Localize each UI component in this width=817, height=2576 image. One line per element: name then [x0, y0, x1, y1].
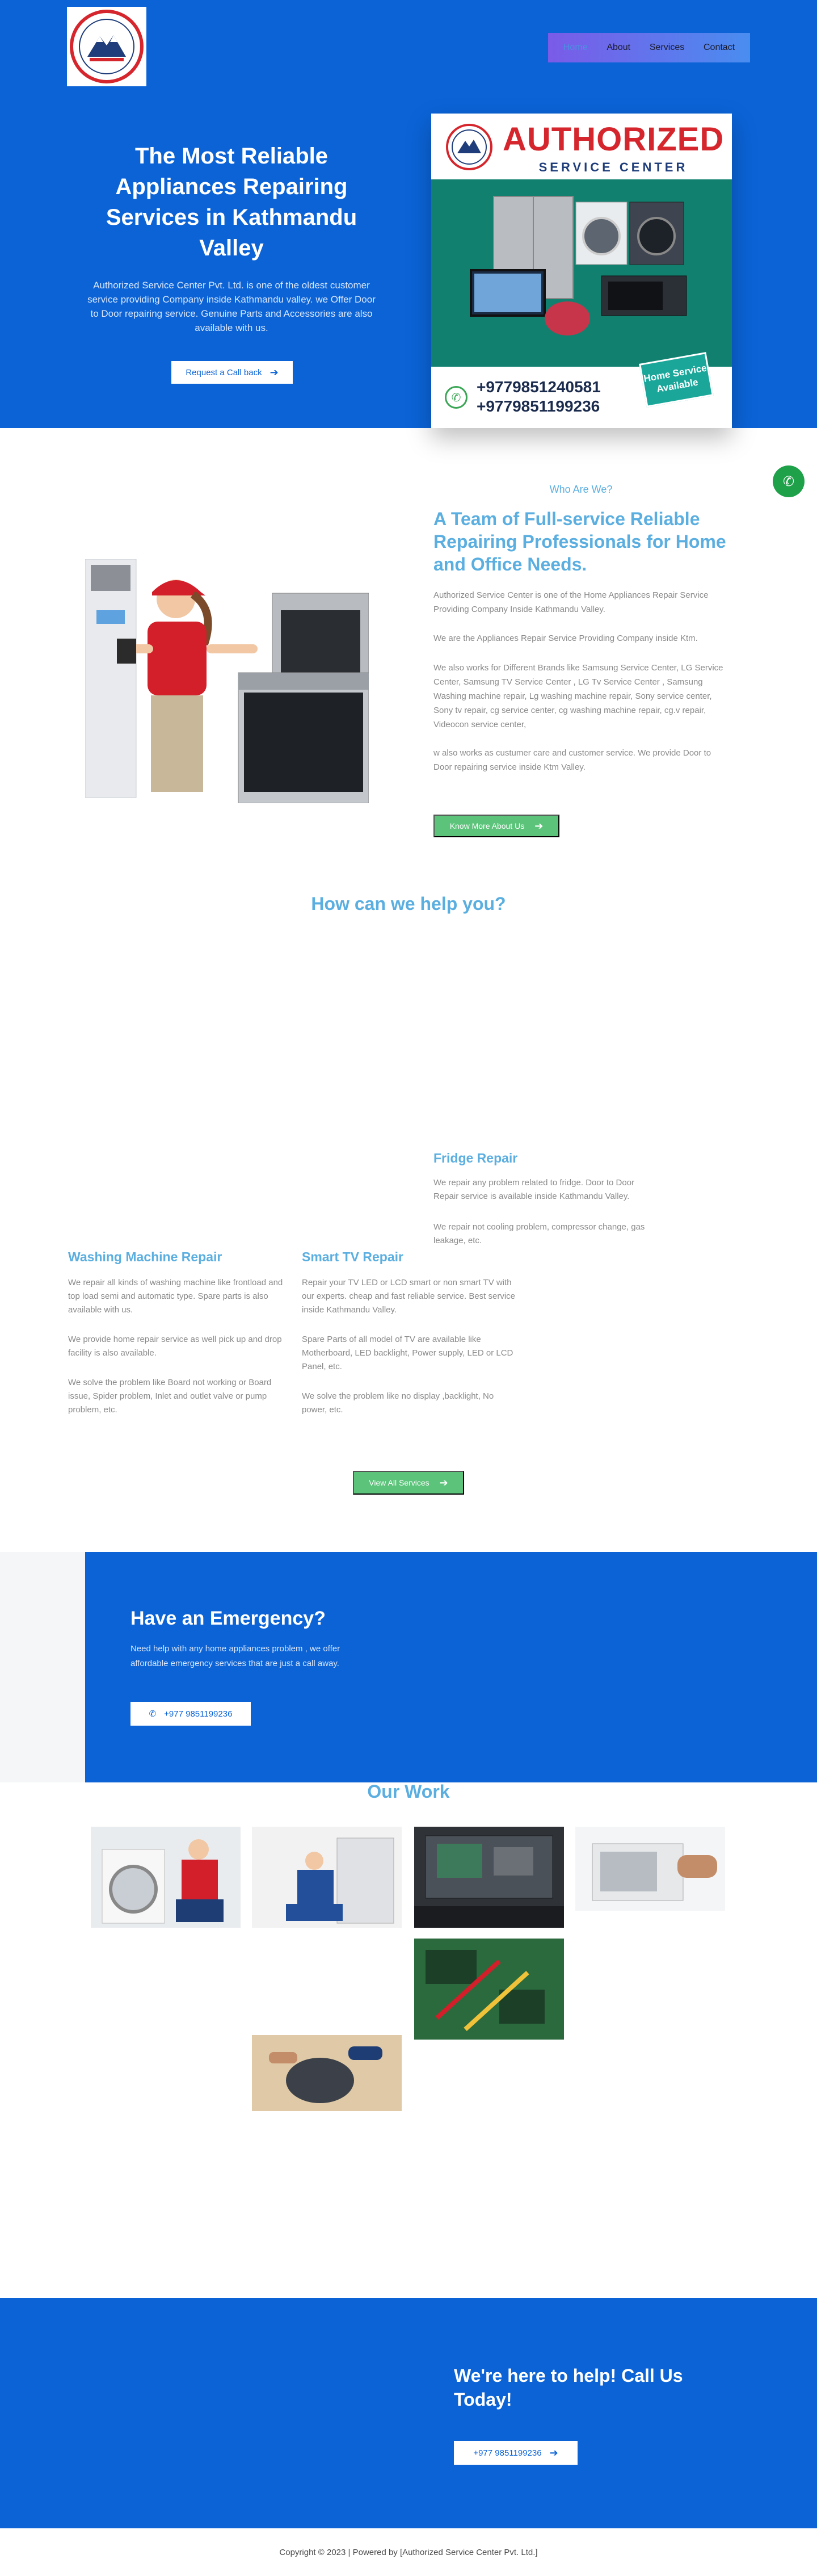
work-photo-washing-machine[interactable]: [91, 1827, 241, 1928]
service-text: Spare Parts of all model of TV are avail…: [302, 1335, 513, 1371]
appliances-photo: [431, 179, 732, 367]
emergency-text: Need help with any home appliances probl…: [130, 1644, 340, 1668]
service-text: We solve the problem like no display ,ba…: [302, 1391, 494, 1415]
footer: Copyright © 2023 | Powered by [Authorize…: [0, 2528, 817, 2576]
arrow-right-icon: ➔: [269, 367, 279, 378]
emergency-title: Have an Emergency?: [130, 1608, 326, 1629]
site-logo[interactable]: [67, 7, 146, 86]
nav-home[interactable]: Home: [560, 40, 591, 55]
arrow-right-icon: ➔: [549, 2447, 558, 2458]
service-text: We repair any problem related to fridge.…: [433, 1178, 635, 1201]
hero-title: The Most Reliable Appliances Repairing S…: [106, 144, 357, 261]
hero-description: Authorized Service Center Pvt. Ltd. is o…: [87, 280, 376, 333]
cta-call-button[interactable]: +977 9851199236 ➔: [454, 2441, 578, 2465]
banner-emblem-icon: [446, 124, 492, 170]
about-title: A Team of Full-service Reliable Repairin…: [433, 509, 726, 574]
work-photo-vacuum-repair[interactable]: [252, 2035, 402, 2111]
phone-icon: ✆: [782, 473, 795, 489]
banner-subtitle: SERVICE CENTER: [538, 160, 688, 174]
services-title: How can we help you?: [311, 893, 506, 914]
service-title-fridge: Fridge Repair: [433, 1151, 518, 1165]
hero-section: Home About Services Contact The Most Rel…: [0, 0, 817, 428]
about-paragraph: We are the Appliances Repair Service Pro…: [433, 633, 698, 643]
about-paragraph: We also works for Different Brands like …: [433, 663, 723, 729]
know-more-button[interactable]: Know More About Us ➔: [433, 815, 559, 837]
about-kicker: Who Are We?: [549, 484, 613, 495]
work-photo-tv-board[interactable]: [414, 1827, 564, 1928]
arrow-right-icon: ➔: [439, 1477, 448, 1488]
floating-call-button[interactable]: ✆: [773, 465, 805, 497]
service-text: Repair your TV LED or LCD smart or non s…: [302, 1278, 516, 1315]
logo-emblem-icon: [70, 10, 144, 83]
phone-icon: ✆: [149, 1709, 157, 1719]
emergency-call-button[interactable]: ✆ +977 9851199236: [130, 1702, 251, 1726]
know-more-label: Know More About Us: [449, 821, 525, 830]
emergency-section: Have an Emergency? Need help with any ho…: [85, 1552, 817, 1782]
work-photo-appliance-repair[interactable]: [252, 1827, 402, 1928]
emergency-side-panel: [0, 1552, 85, 1782]
work-title: Our Work: [367, 1781, 450, 1802]
request-callback-label: Request a Call back: [186, 367, 262, 377]
technician-photo: [85, 559, 369, 803]
service-text: We solve the problem like Board not work…: [68, 1378, 272, 1415]
cta-title: We're here to help! Call Us Today!: [454, 2365, 683, 2410]
hero-banner-image: AUTHORIZED SERVICE CENTER ✆ +97798512405…: [431, 114, 732, 428]
work-photo-circuit-board[interactable]: [414, 1939, 564, 2040]
service-text: We provide home repair service as well p…: [68, 1335, 282, 1358]
banner-header: AUTHORIZED SERVICE CENTER: [431, 114, 732, 176]
view-all-services-label: View All Services: [369, 1478, 429, 1487]
cta-phone-label: +977 9851199236: [473, 2448, 542, 2458]
main-nav: Home About Services Contact: [548, 33, 750, 62]
request-callback-button[interactable]: Request a Call back ➔: [171, 361, 293, 384]
banner-title: AUTHORIZED: [503, 121, 725, 158]
arrow-right-icon: ➔: [534, 820, 544, 832]
nav-services[interactable]: Services: [646, 40, 688, 55]
about-paragraph: Authorized Service Center is one of the …: [433, 590, 709, 614]
cta-section: We're here to help! Call Us Today! +977 …: [0, 2298, 817, 2528]
phone-icon: ✆: [445, 386, 468, 409]
service-text: We repair not cooling problem, compresso…: [433, 1222, 645, 1245]
page: Home About Services Contact The Most Rel…: [0, 0, 817, 2576]
service-title-smart-tv: Smart TV Repair: [302, 1249, 403, 1264]
banner-phone-1: +9779851240581: [477, 378, 601, 396]
service-title-washing-machine: Washing Machine Repair: [68, 1249, 222, 1264]
copyright-text: Copyright © 2023 | Powered by [Authorize…: [279, 2547, 538, 2557]
banner-phone-2: +9779851199236: [477, 397, 600, 415]
service-text: We repair all kinds of washing machine l…: [68, 1278, 283, 1315]
nav-about[interactable]: About: [603, 40, 634, 55]
work-photo-microwave[interactable]: [575, 1827, 725, 1911]
nav-contact[interactable]: Contact: [700, 40, 738, 55]
view-all-services-button[interactable]: View All Services ➔: [353, 1471, 464, 1495]
about-paragraph: w also works as custumer care and custom…: [433, 748, 711, 772]
emergency-phone-label: +977 9851199236: [164, 1709, 233, 1719]
